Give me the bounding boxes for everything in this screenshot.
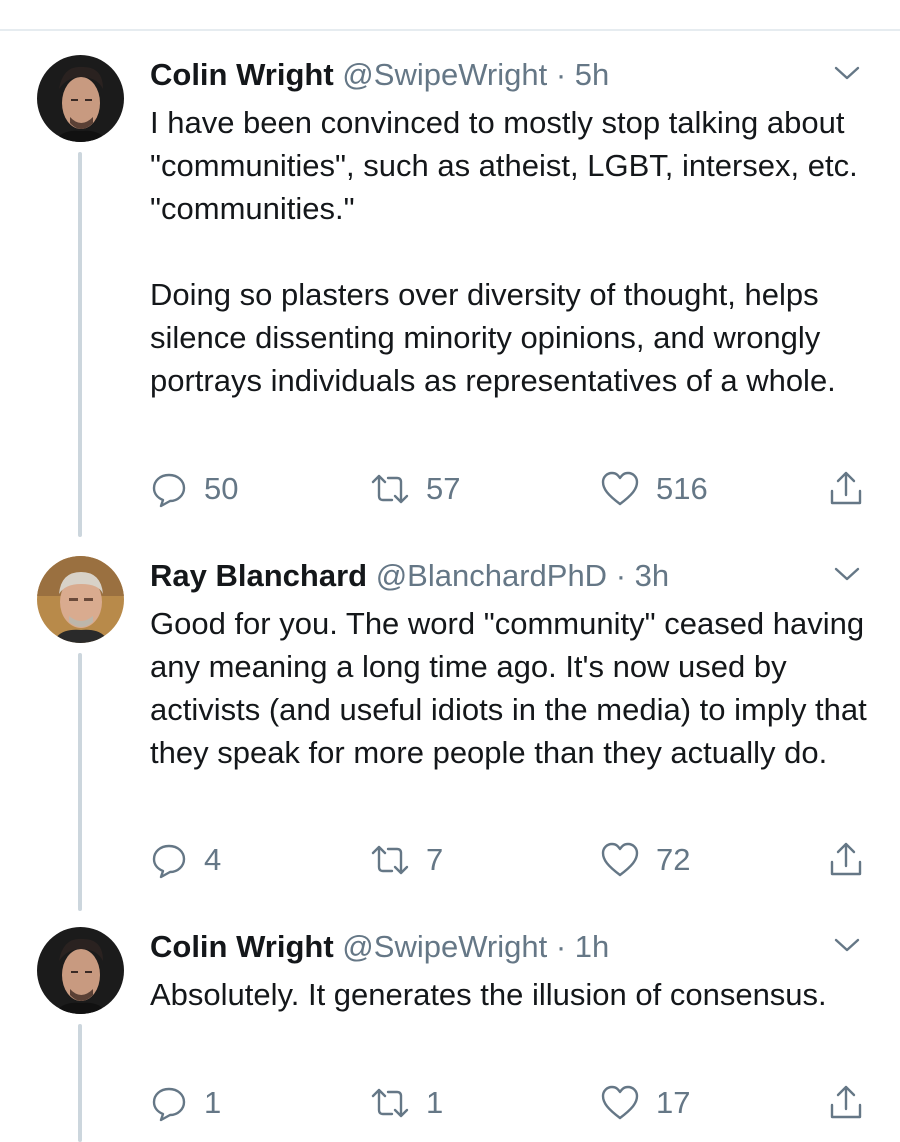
avatar-colin-wright[interactable] — [37, 927, 124, 1014]
tweet-header: Colin Wright @SwipeWright · 1h — [150, 927, 609, 967]
chevron-down-icon[interactable] — [832, 63, 862, 83]
tweet-1[interactable]: Colin Wright @SwipeWright · 5h I have be… — [0, 55, 900, 537]
retweet-button[interactable]: 57 — [370, 469, 460, 509]
retweet-button[interactable]: 7 — [370, 840, 443, 880]
author-handle[interactable]: @SwipeWright — [342, 57, 547, 92]
like-count: 72 — [656, 842, 691, 877]
retweet-icon — [371, 845, 409, 875]
reply-button[interactable]: 50 — [150, 469, 238, 509]
author-handle[interactable]: @SwipeWright — [342, 929, 547, 964]
retweet-count: 7 — [426, 842, 444, 877]
retweet-button[interactable]: 1 — [370, 1083, 443, 1123]
separator-dot: · — [555, 57, 567, 92]
reply-count: 1 — [204, 1085, 222, 1120]
thread-line — [78, 152, 82, 537]
timestamp[interactable]: 3h — [635, 558, 669, 593]
avatar-colin-wright[interactable] — [37, 55, 124, 142]
author-name[interactable]: Colin Wright — [150, 57, 334, 92]
thread-line — [78, 1024, 82, 1142]
chevron-down-icon[interactable] — [832, 564, 862, 584]
chevron-down-icon[interactable] — [832, 935, 862, 955]
timestamp[interactable]: 5h — [575, 57, 609, 92]
tweet-text: Good for you. The word "community" cease… — [150, 606, 876, 770]
author-name[interactable]: Ray Blanchard — [150, 558, 367, 593]
tweet-text: I have been convinced to mostly stop tal… — [150, 105, 858, 398]
reply-icon — [152, 473, 186, 508]
thread-line — [78, 653, 82, 911]
reply-count: 4 — [204, 842, 222, 877]
separator-dot: · — [555, 929, 567, 964]
reply-icon — [152, 1087, 186, 1122]
reply-count: 50 — [204, 471, 239, 506]
tweet-2[interactable]: Ray Blanchard @BlanchardPhD · 3h Good fo… — [0, 556, 900, 911]
reply-button[interactable]: 1 — [150, 1083, 221, 1123]
tweet-text: Absolutely. It generates the illusion of… — [150, 977, 827, 1012]
timestamp[interactable]: 1h — [575, 929, 609, 964]
tweet-header: Ray Blanchard @BlanchardPhD · 3h — [150, 556, 669, 596]
avatar-ray-blanchard[interactable] — [37, 556, 124, 643]
retweet-icon — [371, 1088, 409, 1118]
tweet-3[interactable]: Colin Wright @SwipeWright · 1h Absolutel… — [0, 927, 900, 1142]
author-name[interactable]: Colin Wright — [150, 929, 334, 964]
share-icon[interactable] — [828, 840, 864, 878]
like-count: 17 — [656, 1085, 691, 1120]
like-button[interactable]: 17 — [600, 1083, 690, 1123]
separator-dot: · — [615, 558, 627, 593]
tweet-header: Colin Wright @SwipeWright · 5h — [150, 55, 609, 95]
reply-button[interactable]: 4 — [150, 840, 221, 880]
top-divider — [0, 29, 900, 31]
like-button[interactable]: 516 — [600, 469, 708, 509]
like-count: 516 — [656, 471, 708, 506]
heart-icon — [601, 842, 639, 877]
like-button[interactable]: 72 — [600, 840, 690, 880]
retweet-count: 57 — [426, 471, 461, 506]
share-icon[interactable] — [828, 1083, 864, 1121]
retweet-icon — [371, 474, 409, 504]
reply-icon — [152, 844, 186, 879]
author-handle[interactable]: @BlanchardPhD — [376, 558, 607, 593]
heart-icon — [601, 1085, 639, 1120]
heart-icon — [601, 471, 639, 506]
tweet-actions: 50 57 516 — [150, 469, 870, 509]
tweet-actions: 4 7 72 — [150, 840, 870, 880]
share-icon[interactable] — [828, 469, 864, 507]
tweet-actions: 1 1 17 — [150, 1083, 870, 1123]
retweet-count: 1 — [426, 1085, 444, 1120]
